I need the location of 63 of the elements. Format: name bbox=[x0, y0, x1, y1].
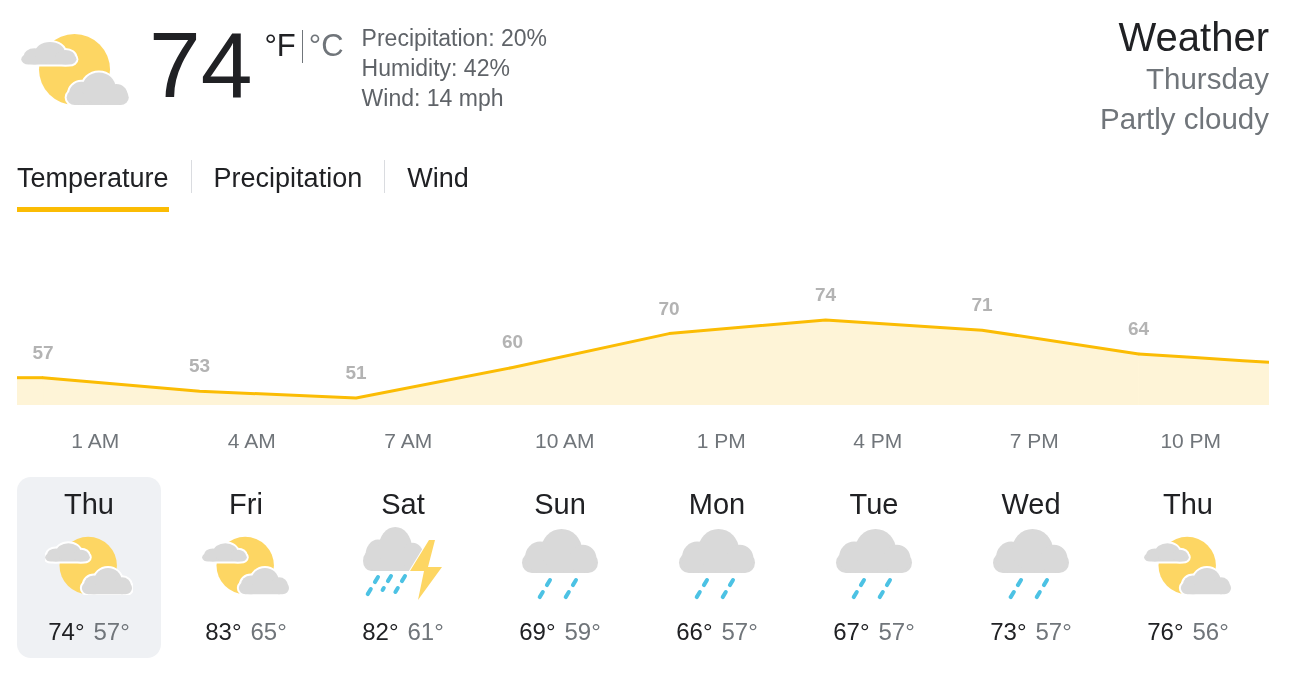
time-label: 10 PM bbox=[1160, 429, 1222, 452]
low-temperature: 65° bbox=[250, 617, 287, 647]
day-name: Sat bbox=[381, 487, 425, 521]
rain-cloud-icon bbox=[992, 529, 1070, 601]
low-temperature: 57° bbox=[1035, 617, 1072, 647]
low-temperature: 61° bbox=[407, 617, 444, 647]
day-name: Thu bbox=[64, 487, 114, 521]
thunderstorm-icon bbox=[363, 527, 443, 603]
value-label: 74 bbox=[815, 284, 837, 305]
low-temperature: 56° bbox=[1192, 617, 1229, 647]
value-label: 51 bbox=[345, 362, 367, 383]
high-temperature: 76° bbox=[1147, 617, 1184, 647]
curve-extension bbox=[17, 376, 44, 405]
value-label: 71 bbox=[971, 294, 993, 316]
value-label: 70 bbox=[658, 297, 680, 319]
high-temperature: 74° bbox=[48, 617, 85, 647]
day-label: Thursday bbox=[1146, 61, 1269, 97]
rain-cloud-icon bbox=[521, 529, 599, 601]
high-temperature: 69° bbox=[519, 617, 556, 647]
low-temperature: 57° bbox=[721, 617, 758, 647]
unit-toggle[interactable]: °F bbox=[264, 29, 296, 63]
high-temperature: 66° bbox=[676, 617, 713, 647]
time-label: 1 PM bbox=[696, 429, 746, 452]
widget-title: Weather bbox=[1118, 15, 1269, 59]
time-label: 4 PM bbox=[853, 429, 903, 452]
partly-cloudy-icon bbox=[21, 33, 130, 106]
tab[interactable]: Temperature bbox=[17, 160, 169, 212]
high-temperature: 82° bbox=[362, 617, 399, 647]
day-name: Fri bbox=[229, 487, 263, 521]
rain-cloud-icon bbox=[835, 529, 913, 601]
rain-cloud-icon bbox=[678, 529, 756, 601]
day-name: Tue bbox=[849, 487, 899, 521]
time-label: 1 AM bbox=[71, 429, 120, 452]
weather-detail: Wind: 14 mph bbox=[361, 84, 505, 113]
time-label: 10 AM bbox=[535, 429, 595, 452]
time-label: 4 AM bbox=[227, 429, 276, 452]
low-temperature: 57° bbox=[878, 617, 915, 647]
current-temperature: 74 bbox=[149, 18, 253, 112]
day-card[interactable]: Thu 74° 57° bbox=[17, 477, 161, 658]
low-temperature: 57° bbox=[93, 617, 130, 647]
weather-detail: Precipitation: 20% bbox=[361, 24, 547, 53]
high-temperature: 73° bbox=[990, 617, 1027, 647]
condition-label: Partly cloudy bbox=[1100, 101, 1269, 137]
high-temperature: 67° bbox=[833, 617, 870, 647]
partly-cloudy-icon bbox=[45, 535, 133, 595]
time-label: 7 AM bbox=[384, 429, 433, 452]
tab[interactable]: Wind bbox=[407, 160, 469, 212]
day-name: Sun bbox=[534, 487, 586, 521]
value-label: 60 bbox=[502, 331, 524, 353]
low-temperature: 59° bbox=[564, 617, 601, 647]
high-temperature: 83° bbox=[205, 617, 242, 647]
value-label: 64 bbox=[1128, 317, 1150, 339]
unit-toggle[interactable]: °C bbox=[308, 29, 344, 63]
weather-detail: Humidity: 42% bbox=[361, 54, 511, 83]
value-label: 57 bbox=[32, 341, 54, 363]
value-label: 53 bbox=[189, 355, 211, 377]
day-name: Wed bbox=[1001, 487, 1061, 521]
partly-cloudy-icon bbox=[1144, 535, 1232, 595]
tab[interactable]: Precipitation bbox=[213, 160, 363, 212]
time-label: 7 PM bbox=[1009, 429, 1059, 452]
day-name: Thu bbox=[1163, 487, 1213, 521]
partly-cloudy-icon bbox=[202, 535, 290, 595]
day-name: Mon bbox=[688, 487, 746, 521]
